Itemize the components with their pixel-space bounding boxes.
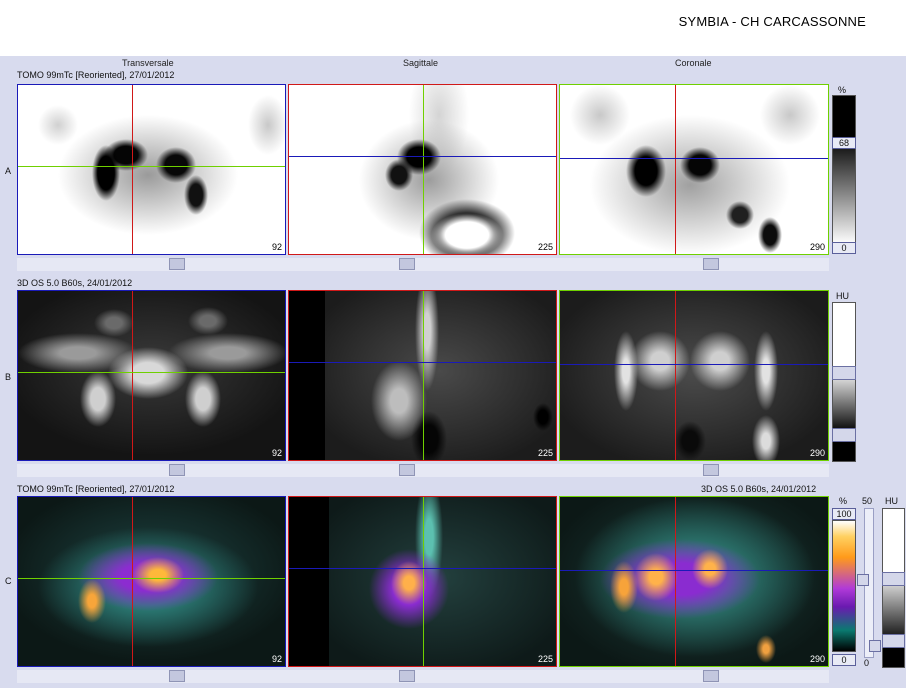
scale-c-hu-lower-handle[interactable] bbox=[882, 634, 905, 648]
slice-scroll-handle-transversal[interactable] bbox=[169, 670, 185, 682]
scale-c-max-value[interactable]: 100 bbox=[832, 508, 856, 520]
blend-slider-label: 50 bbox=[862, 496, 873, 506]
slice-scroll-handle-coronal[interactable] bbox=[703, 464, 719, 476]
crosshair-vertical[interactable] bbox=[675, 85, 676, 254]
slice-number: 225 bbox=[537, 242, 553, 252]
slice-number: 290 bbox=[809, 654, 825, 664]
viewport-c-sagittal[interactable]: 225 bbox=[288, 496, 557, 667]
column-title-transversal: Transversale bbox=[122, 58, 174, 68]
crosshair-horizontal[interactable] bbox=[560, 158, 828, 159]
crosshair-vertical[interactable] bbox=[132, 85, 133, 254]
ct-coronal-image bbox=[560, 291, 828, 460]
viewport-b-coronal[interactable]: 290 bbox=[559, 290, 829, 461]
crosshair-horizontal[interactable] bbox=[289, 156, 556, 157]
nm-transversal-image bbox=[18, 85, 285, 254]
crosshair-vertical[interactable] bbox=[132, 291, 133, 460]
row-c-letter: C bbox=[5, 576, 12, 586]
crosshair-vertical[interactable] bbox=[423, 497, 424, 666]
scale-a-window-value[interactable]: 68 bbox=[832, 137, 856, 149]
fusion-coronal-image bbox=[560, 497, 828, 666]
scale-b-unit: HU bbox=[836, 291, 849, 301]
viewport-a-sagittal[interactable]: 225 bbox=[288, 84, 557, 255]
scale-a-unit: % bbox=[838, 85, 847, 95]
crosshair-horizontal[interactable] bbox=[18, 166, 285, 167]
crosshair-horizontal[interactable] bbox=[289, 362, 556, 363]
column-title-sagittal: Sagittale bbox=[403, 58, 439, 68]
scale-b-upper-handle[interactable] bbox=[832, 366, 856, 380]
title-bar: SYMBIA - CH CARCASSONNE bbox=[0, 0, 906, 56]
viewport-b-transversal[interactable]: 92 bbox=[17, 290, 286, 461]
slice-number: 290 bbox=[809, 242, 825, 252]
row-a-series-caption: TOMO 99mTc [Reoriented], 27/01/2012 bbox=[17, 70, 175, 80]
slice-scroll-handle-sagittal[interactable] bbox=[399, 258, 415, 270]
scale-b-lower-handle[interactable] bbox=[832, 428, 856, 442]
nm-coronal-image bbox=[560, 85, 828, 254]
crosshair-vertical[interactable] bbox=[132, 497, 133, 666]
scale-c-hu-upper-handle[interactable] bbox=[882, 572, 905, 586]
crosshair-horizontal[interactable] bbox=[18, 578, 285, 579]
institution-title: SYMBIA - CH CARCASSONNE bbox=[678, 14, 866, 29]
viewport-c-transversal[interactable]: 92 bbox=[17, 496, 286, 667]
scale-a-min-value[interactable]: 0 bbox=[832, 242, 856, 254]
scale-c-unit: % bbox=[839, 496, 848, 506]
blend-slider-thumb-right[interactable] bbox=[869, 640, 881, 652]
crosshair-horizontal[interactable] bbox=[560, 364, 828, 365]
slice-number: 225 bbox=[537, 654, 553, 664]
crosshair-vertical[interactable] bbox=[423, 291, 424, 460]
scale-c-min-value[interactable]: 0 bbox=[832, 654, 856, 666]
crosshair-vertical[interactable] bbox=[423, 85, 424, 254]
crosshair-horizontal[interactable] bbox=[560, 570, 828, 571]
scale-c-colorbar[interactable] bbox=[832, 520, 856, 652]
slice-scroll-handle-transversal[interactable] bbox=[169, 464, 185, 476]
row-b-letter: B bbox=[5, 372, 12, 382]
blend-slider-min: 0 bbox=[864, 658, 870, 668]
viewport-c-coronal[interactable]: 290 bbox=[559, 496, 829, 667]
slice-scroll-handle-sagittal[interactable] bbox=[399, 464, 415, 476]
slice-scroll-handle-sagittal[interactable] bbox=[399, 670, 415, 682]
column-title-coronal: Coronale bbox=[675, 58, 712, 68]
fusion-transversal-image bbox=[18, 497, 285, 666]
blend-slider-thumb-left[interactable] bbox=[857, 574, 869, 586]
row-a-letter: A bbox=[5, 166, 12, 176]
viewport-b-sagittal[interactable]: 225 bbox=[288, 290, 557, 461]
slice-number: 92 bbox=[271, 242, 282, 252]
slice-number: 225 bbox=[537, 448, 553, 458]
slice-scroll-handle-transversal[interactable] bbox=[169, 258, 185, 270]
slice-number: 92 bbox=[271, 654, 282, 664]
slice-scroll-handle-coronal[interactable] bbox=[703, 258, 719, 270]
row-c-ct-caption: 3D OS 5.0 B60s, 24/01/2012 bbox=[701, 484, 817, 494]
slice-number: 92 bbox=[271, 448, 282, 458]
row-b-series-caption: 3D OS 5.0 B60s, 24/01/2012 bbox=[17, 278, 133, 288]
slice-scroll-handle-coronal[interactable] bbox=[703, 670, 719, 682]
viewport-a-coronal[interactable]: 290 bbox=[559, 84, 829, 255]
crosshair-horizontal[interactable] bbox=[18, 372, 285, 373]
row-c-nm-caption: TOMO 99mTc [Reoriented], 27/01/2012 bbox=[17, 484, 175, 494]
slice-number: 290 bbox=[809, 448, 825, 458]
scale-a-colorbar[interactable] bbox=[832, 95, 856, 245]
viewport-a-transversal[interactable]: 92 bbox=[17, 84, 286, 255]
crosshair-horizontal[interactable] bbox=[289, 568, 556, 569]
ct-transversal-image bbox=[18, 291, 285, 460]
crosshair-vertical[interactable] bbox=[675, 497, 676, 666]
crosshair-vertical[interactable] bbox=[675, 291, 676, 460]
scale-c-hu-unit: HU bbox=[885, 496, 898, 506]
